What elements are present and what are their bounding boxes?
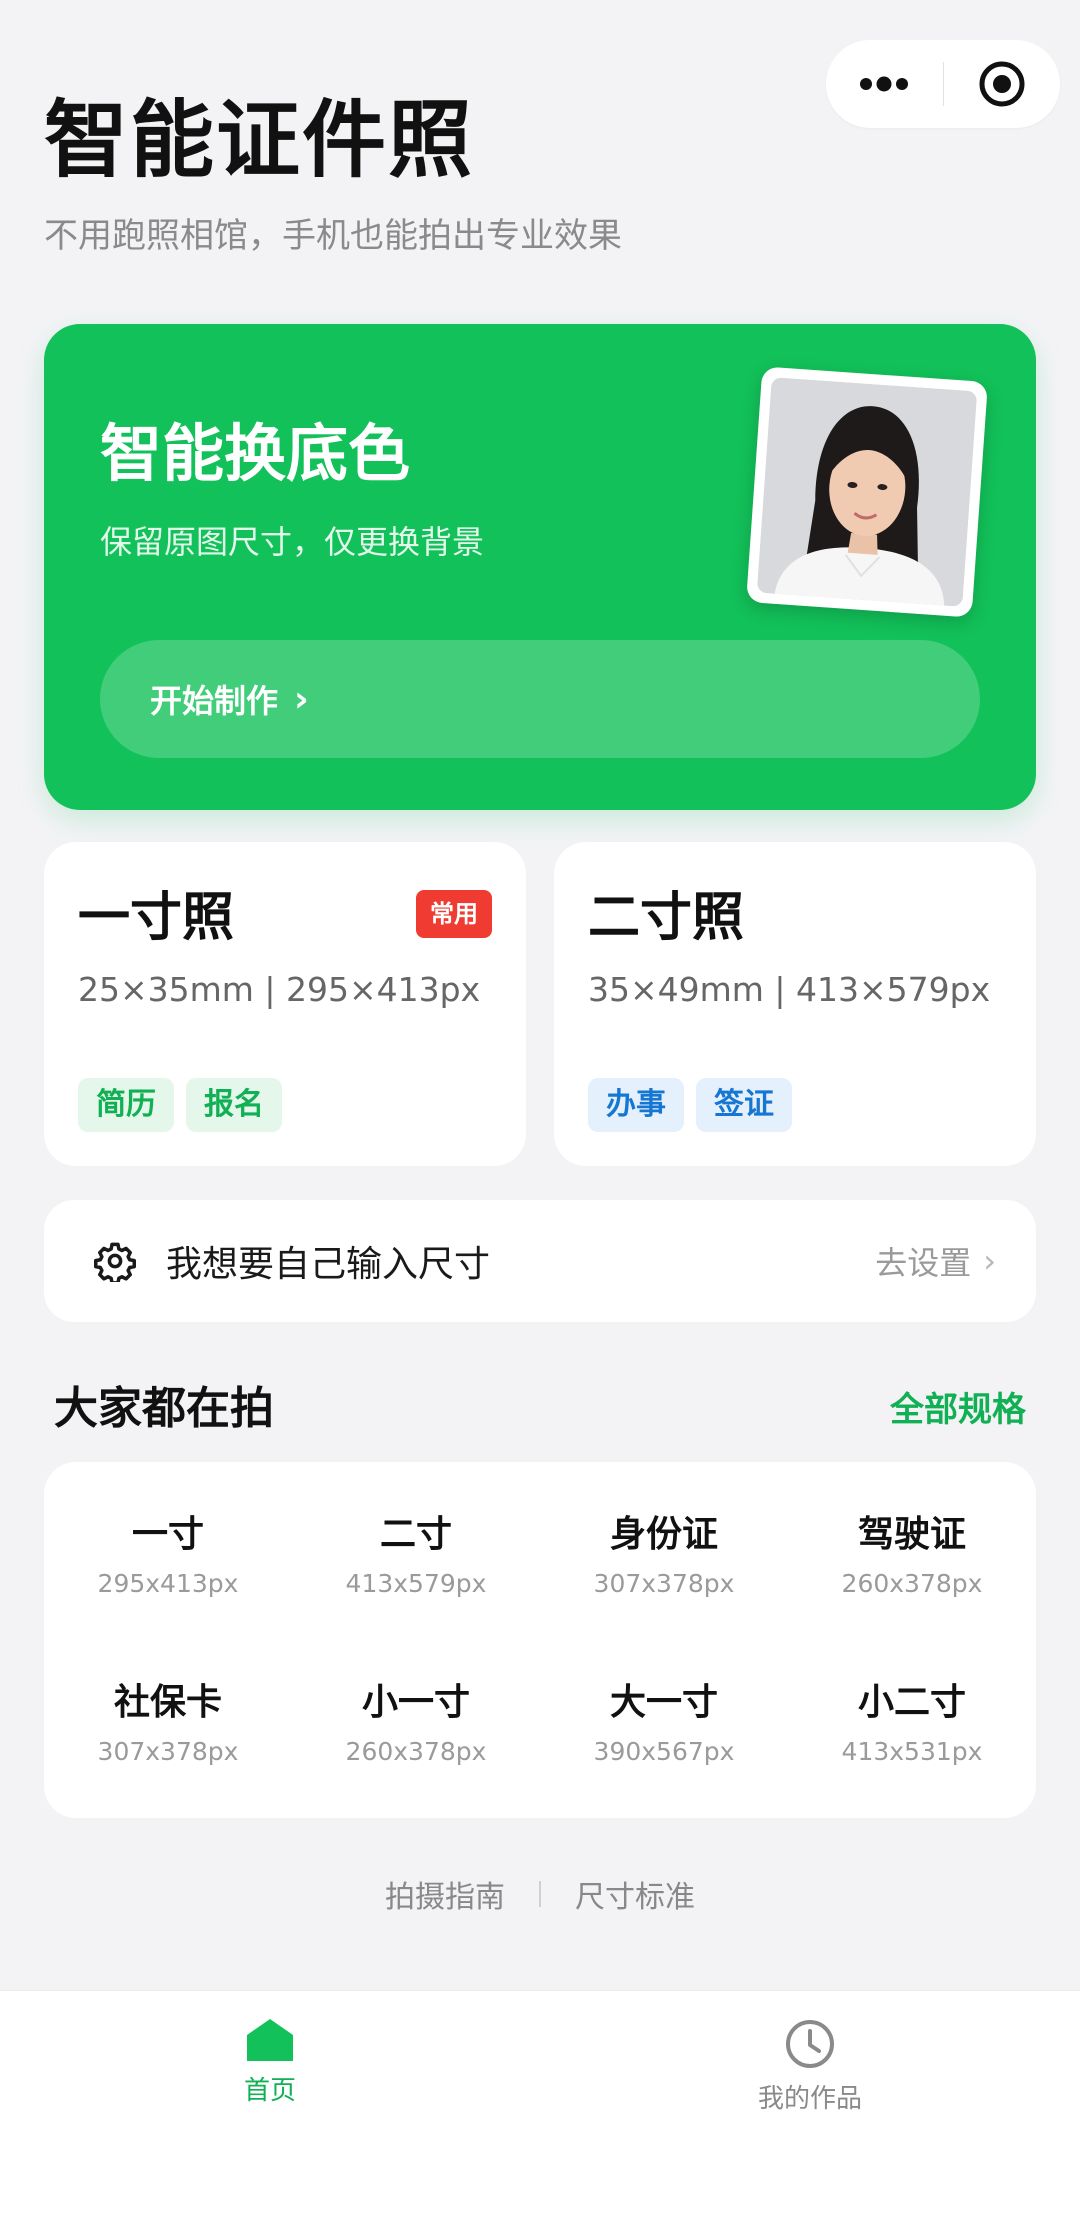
card-spec: 25×35mm | 295×413px <box>78 970 481 1009</box>
portrait-image <box>756 377 978 607</box>
change-background-card[interactable]: 智能换底色 保留原图尺寸，仅更换背景 开始制作 › <box>44 324 1036 810</box>
size-item-px: 307x378px <box>593 1569 735 1598</box>
size-item-name: 驾驶证 <box>857 1514 966 1555</box>
size-item-two-inch[interactable]: 二寸 413x579px <box>292 1472 540 1640</box>
capsule-menu <box>826 40 1060 128</box>
size-item-name: 社保卡 <box>113 1682 222 1723</box>
size-item-driver-license[interactable]: 驾驶证 260x378px <box>788 1472 1036 1640</box>
card-tags: 办事 签证 <box>588 1078 792 1132</box>
size-item-px: 295x413px <box>97 1569 239 1598</box>
tab-my-works-label: 我的作品 <box>757 2084 862 2114</box>
size-item-name: 大一寸 <box>609 1682 718 1723</box>
chevron-right-icon: › <box>294 678 309 720</box>
popular-sizes-grid: 一寸 295x413px 二寸 413x579px 身份证 307x378px … <box>44 1462 1036 1818</box>
card-title: 一寸照 <box>78 888 235 948</box>
size-item-name: 二寸 <box>379 1514 452 1555</box>
card-tags: 简历 报名 <box>78 1078 282 1132</box>
size-item-large-one-inch[interactable]: 大一寸 390x567px <box>540 1640 788 1808</box>
hero-subtitle: 保留原图尺寸，仅更换背景 <box>100 523 485 561</box>
common-badge: 常用 <box>416 890 492 938</box>
card-spec: 35×49mm | 413×579px <box>588 970 991 1009</box>
page-title: 智能证件照 <box>44 91 475 189</box>
target-icon <box>979 61 1025 107</box>
card-title: 二寸照 <box>588 888 745 948</box>
footer-links: 拍摄指南 尺寸标准 <box>0 1872 1080 1916</box>
close-button[interactable] <box>944 40 1061 128</box>
sample-portrait-photo <box>746 366 988 618</box>
go-settings-label: 去设置 <box>875 1244 972 1282</box>
section-title: 大家都在拍 <box>54 1383 274 1434</box>
size-item-px: 307x378px <box>97 1737 239 1766</box>
one-inch-card[interactable]: 一寸照 常用 25×35mm | 295×413px 简历 报名 <box>44 842 526 1166</box>
hero-title: 智能换底色 <box>100 417 411 490</box>
size-item-px: 260x378px <box>345 1737 487 1766</box>
clock-icon <box>786 2020 834 2068</box>
shooting-guide-link[interactable]: 拍摄指南 <box>385 1872 505 1916</box>
tag-resume: 简历 <box>78 1078 174 1132</box>
size-item-social-security[interactable]: 社保卡 307x378px <box>44 1640 292 1808</box>
page-subtitle: 不用跑照相馆，手机也能拍出专业效果 <box>44 216 622 256</box>
more-dots-icon <box>860 76 909 92</box>
tab-home-label: 首页 <box>243 2076 296 2106</box>
start-button[interactable]: 开始制作 › <box>100 640 980 758</box>
all-specs-link[interactable]: 全部规格 <box>890 1386 1026 1434</box>
home-icon <box>247 2019 293 2061</box>
size-item-one-inch[interactable]: 一寸 295x413px <box>44 1472 292 1640</box>
custom-size-label: 我想要自己输入尺寸 <box>166 1244 491 1285</box>
gear-icon <box>94 1242 136 1282</box>
tag-visa: 签证 <box>696 1078 792 1132</box>
tab-home[interactable]: 首页 <box>0 1991 540 2217</box>
size-item-id-card[interactable]: 身份证 307x378px <box>540 1472 788 1640</box>
size-item-px: 390x567px <box>593 1737 735 1766</box>
size-item-small-one-inch[interactable]: 小一寸 260x378px <box>292 1640 540 1808</box>
tag-affairs: 办事 <box>588 1078 684 1132</box>
tab-bar: 首页 我的作品 <box>0 1990 1080 2217</box>
size-item-name: 身份证 <box>609 1514 718 1555</box>
size-standard-link[interactable]: 尺寸标准 <box>575 1872 695 1916</box>
size-item-px: 413x579px <box>345 1569 487 1598</box>
more-button[interactable] <box>826 40 943 128</box>
size-item-name: 小二寸 <box>857 1682 966 1723</box>
go-settings-link[interactable]: 去设置 › <box>875 1238 996 1284</box>
custom-size-row[interactable]: 我想要自己输入尺寸 去设置 › <box>44 1200 1036 1322</box>
page: 智能证件照 不用跑照相馆，手机也能拍出专业效果 智能换底色 保留原图尺寸，仅更换… <box>0 0 1080 2217</box>
tag-signup: 报名 <box>186 1078 282 1132</box>
start-button-label: 开始制作 <box>150 682 279 720</box>
size-item-name: 一寸 <box>131 1514 204 1555</box>
chevron-right-icon: › <box>983 1242 996 1280</box>
size-item-px: 260x378px <box>841 1569 983 1598</box>
tab-my-works[interactable]: 我的作品 <box>540 1991 1080 2217</box>
size-item-name: 小一寸 <box>361 1682 470 1723</box>
size-item-px: 413x531px <box>841 1737 983 1766</box>
two-inch-card[interactable]: 二寸照 35×49mm | 413×579px 办事 签证 <box>554 842 1036 1166</box>
size-item-small-two-inch[interactable]: 小二寸 413x531px <box>788 1640 1036 1808</box>
footer-divider <box>539 1881 541 1907</box>
